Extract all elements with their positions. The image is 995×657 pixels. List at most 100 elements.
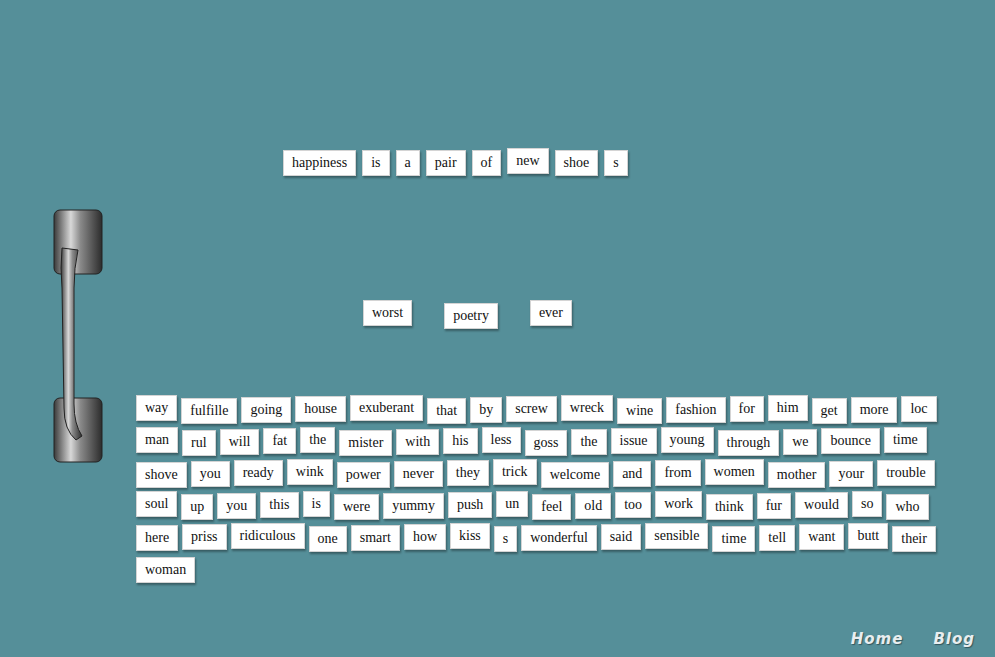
word-magnet[interactable]: their [892,526,936,552]
word-magnet[interactable]: power [337,462,390,488]
word-magnet[interactable]: shove [136,462,187,488]
word-magnet[interactable]: here [136,525,178,551]
word-magnet[interactable]: ever [530,300,572,326]
word-magnet[interactable]: wink [287,459,333,485]
fridge-handle-icon [52,208,104,464]
word-magnet[interactable]: time [884,427,927,453]
word-magnet[interactable]: s [604,150,627,176]
word-pile: wayfulfillegoinghouseexuberantthatbyscre… [136,395,941,583]
word-magnet[interactable]: butt [848,523,888,549]
word-magnet[interactable]: get [812,398,847,424]
word-magnet[interactable]: shoe [555,150,599,176]
word-magnet[interactable]: too [615,492,651,518]
word-magnet[interactable]: is [362,150,389,176]
word-magnet[interactable]: exuberant [350,395,423,421]
word-magnet[interactable]: from [655,460,700,486]
word-magnet[interactable]: trouble [877,460,935,486]
word-magnet[interactable]: wine [617,398,662,424]
word-magnet[interactable]: bounce [821,428,879,454]
word-magnet[interactable]: how [404,524,446,550]
word-magnet[interactable]: up [181,494,213,520]
word-magnet[interactable]: we [783,429,817,455]
word-magnet[interactable]: fat [263,428,296,454]
word-magnet[interactable]: you [191,461,230,487]
word-magnet[interactable]: loc [901,396,936,422]
word-magnet[interactable]: him [768,395,808,421]
word-magnet[interactable]: fulfille [181,398,237,424]
word-magnet[interactable]: this [260,492,298,518]
word-magnet[interactable]: ready [234,460,283,486]
word-magnet[interactable]: fur [757,493,791,519]
word-magnet[interactable]: women [705,459,764,485]
word-magnet[interactable]: is [303,491,330,517]
word-magnet[interactable]: screw [506,396,557,422]
word-magnet[interactable]: who [886,494,928,520]
word-magnet[interactable]: the [571,429,606,455]
word-magnet[interactable]: man [136,427,178,453]
word-magnet[interactable]: with [396,429,439,455]
word-magnet[interactable]: fashion [666,397,725,423]
word-magnet[interactable]: work [655,491,702,517]
word-magnet[interactable]: wreck [561,395,613,421]
word-magnet[interactable]: way [136,395,177,421]
word-magnet[interactable]: mother [768,462,826,488]
word-magnet[interactable]: soul [136,491,177,517]
word-magnet[interactable]: new [507,148,548,174]
word-magnet[interactable]: of [472,150,502,176]
word-magnet[interactable]: were [334,494,379,520]
word-magnet[interactable]: issue [611,428,657,454]
word-magnet[interactable]: going [241,397,291,423]
word-magnet[interactable]: sensible [645,523,708,549]
word-magnet[interactable]: would [795,492,848,518]
word-magnet[interactable]: by [470,397,502,423]
word-magnet[interactable]: never [394,461,443,487]
word-magnet[interactable]: mister [339,430,392,456]
word-magnet[interactable]: through [718,430,780,456]
word-magnet[interactable]: worst [363,300,412,326]
word-magnet[interactable]: rul [182,430,216,456]
nav-link[interactable]: Blog [933,630,975,648]
nav-link[interactable]: Home [851,630,904,648]
word-magnet[interactable]: priss [182,524,226,550]
word-magnet[interactable]: tell [759,525,795,551]
word-magnet[interactable]: a [396,150,420,176]
word-magnet[interactable]: said [601,524,642,550]
word-magnet[interactable]: smart [351,525,400,551]
word-magnet[interactable]: feel [532,494,571,520]
word-magnet[interactable]: more [851,397,898,423]
word-magnet[interactable]: old [575,493,611,519]
handle-column [0,0,130,657]
word-magnet[interactable]: so [852,491,882,517]
word-magnet[interactable]: house [295,396,346,422]
word-magnet[interactable]: and [613,461,651,487]
word-magnet[interactable]: goss [525,430,568,456]
word-magnet[interactable]: push [448,492,492,518]
word-magnet[interactable]: pair [426,150,466,176]
word-magnet[interactable]: poetry [444,303,498,329]
word-magnet[interactable]: that [427,398,466,424]
word-magnet[interactable]: less [482,427,521,453]
word-magnet[interactable]: un [496,491,528,517]
word-magnet[interactable]: yummy [383,493,444,519]
word-magnet[interactable]: they [447,460,489,486]
poetry-area: happinessisapairofnewshoesworstpoetryeve… [130,0,995,657]
word-magnet[interactable]: wonderful [521,525,597,551]
word-magnet[interactable]: time [712,526,755,552]
word-magnet[interactable]: ridiculous [231,523,305,549]
word-magnet[interactable]: happiness [283,150,356,176]
word-magnet[interactable]: the [300,427,335,453]
word-magnet[interactable]: want [799,524,844,550]
word-magnet[interactable]: woman [136,557,195,583]
word-magnet[interactable]: young [661,427,714,453]
word-magnet[interactable]: kiss [450,523,490,549]
word-magnet[interactable]: will [220,429,260,455]
word-magnet[interactable]: your [829,461,873,487]
word-magnet[interactable]: trick [493,459,537,485]
word-magnet[interactable]: for [730,396,764,422]
word-magnet[interactable]: s [494,526,517,552]
word-magnet[interactable]: one [309,526,347,552]
word-magnet[interactable]: think [706,494,753,520]
word-magnet[interactable]: his [443,428,477,454]
word-magnet[interactable]: welcome [541,462,610,488]
word-magnet[interactable]: you [217,493,256,519]
